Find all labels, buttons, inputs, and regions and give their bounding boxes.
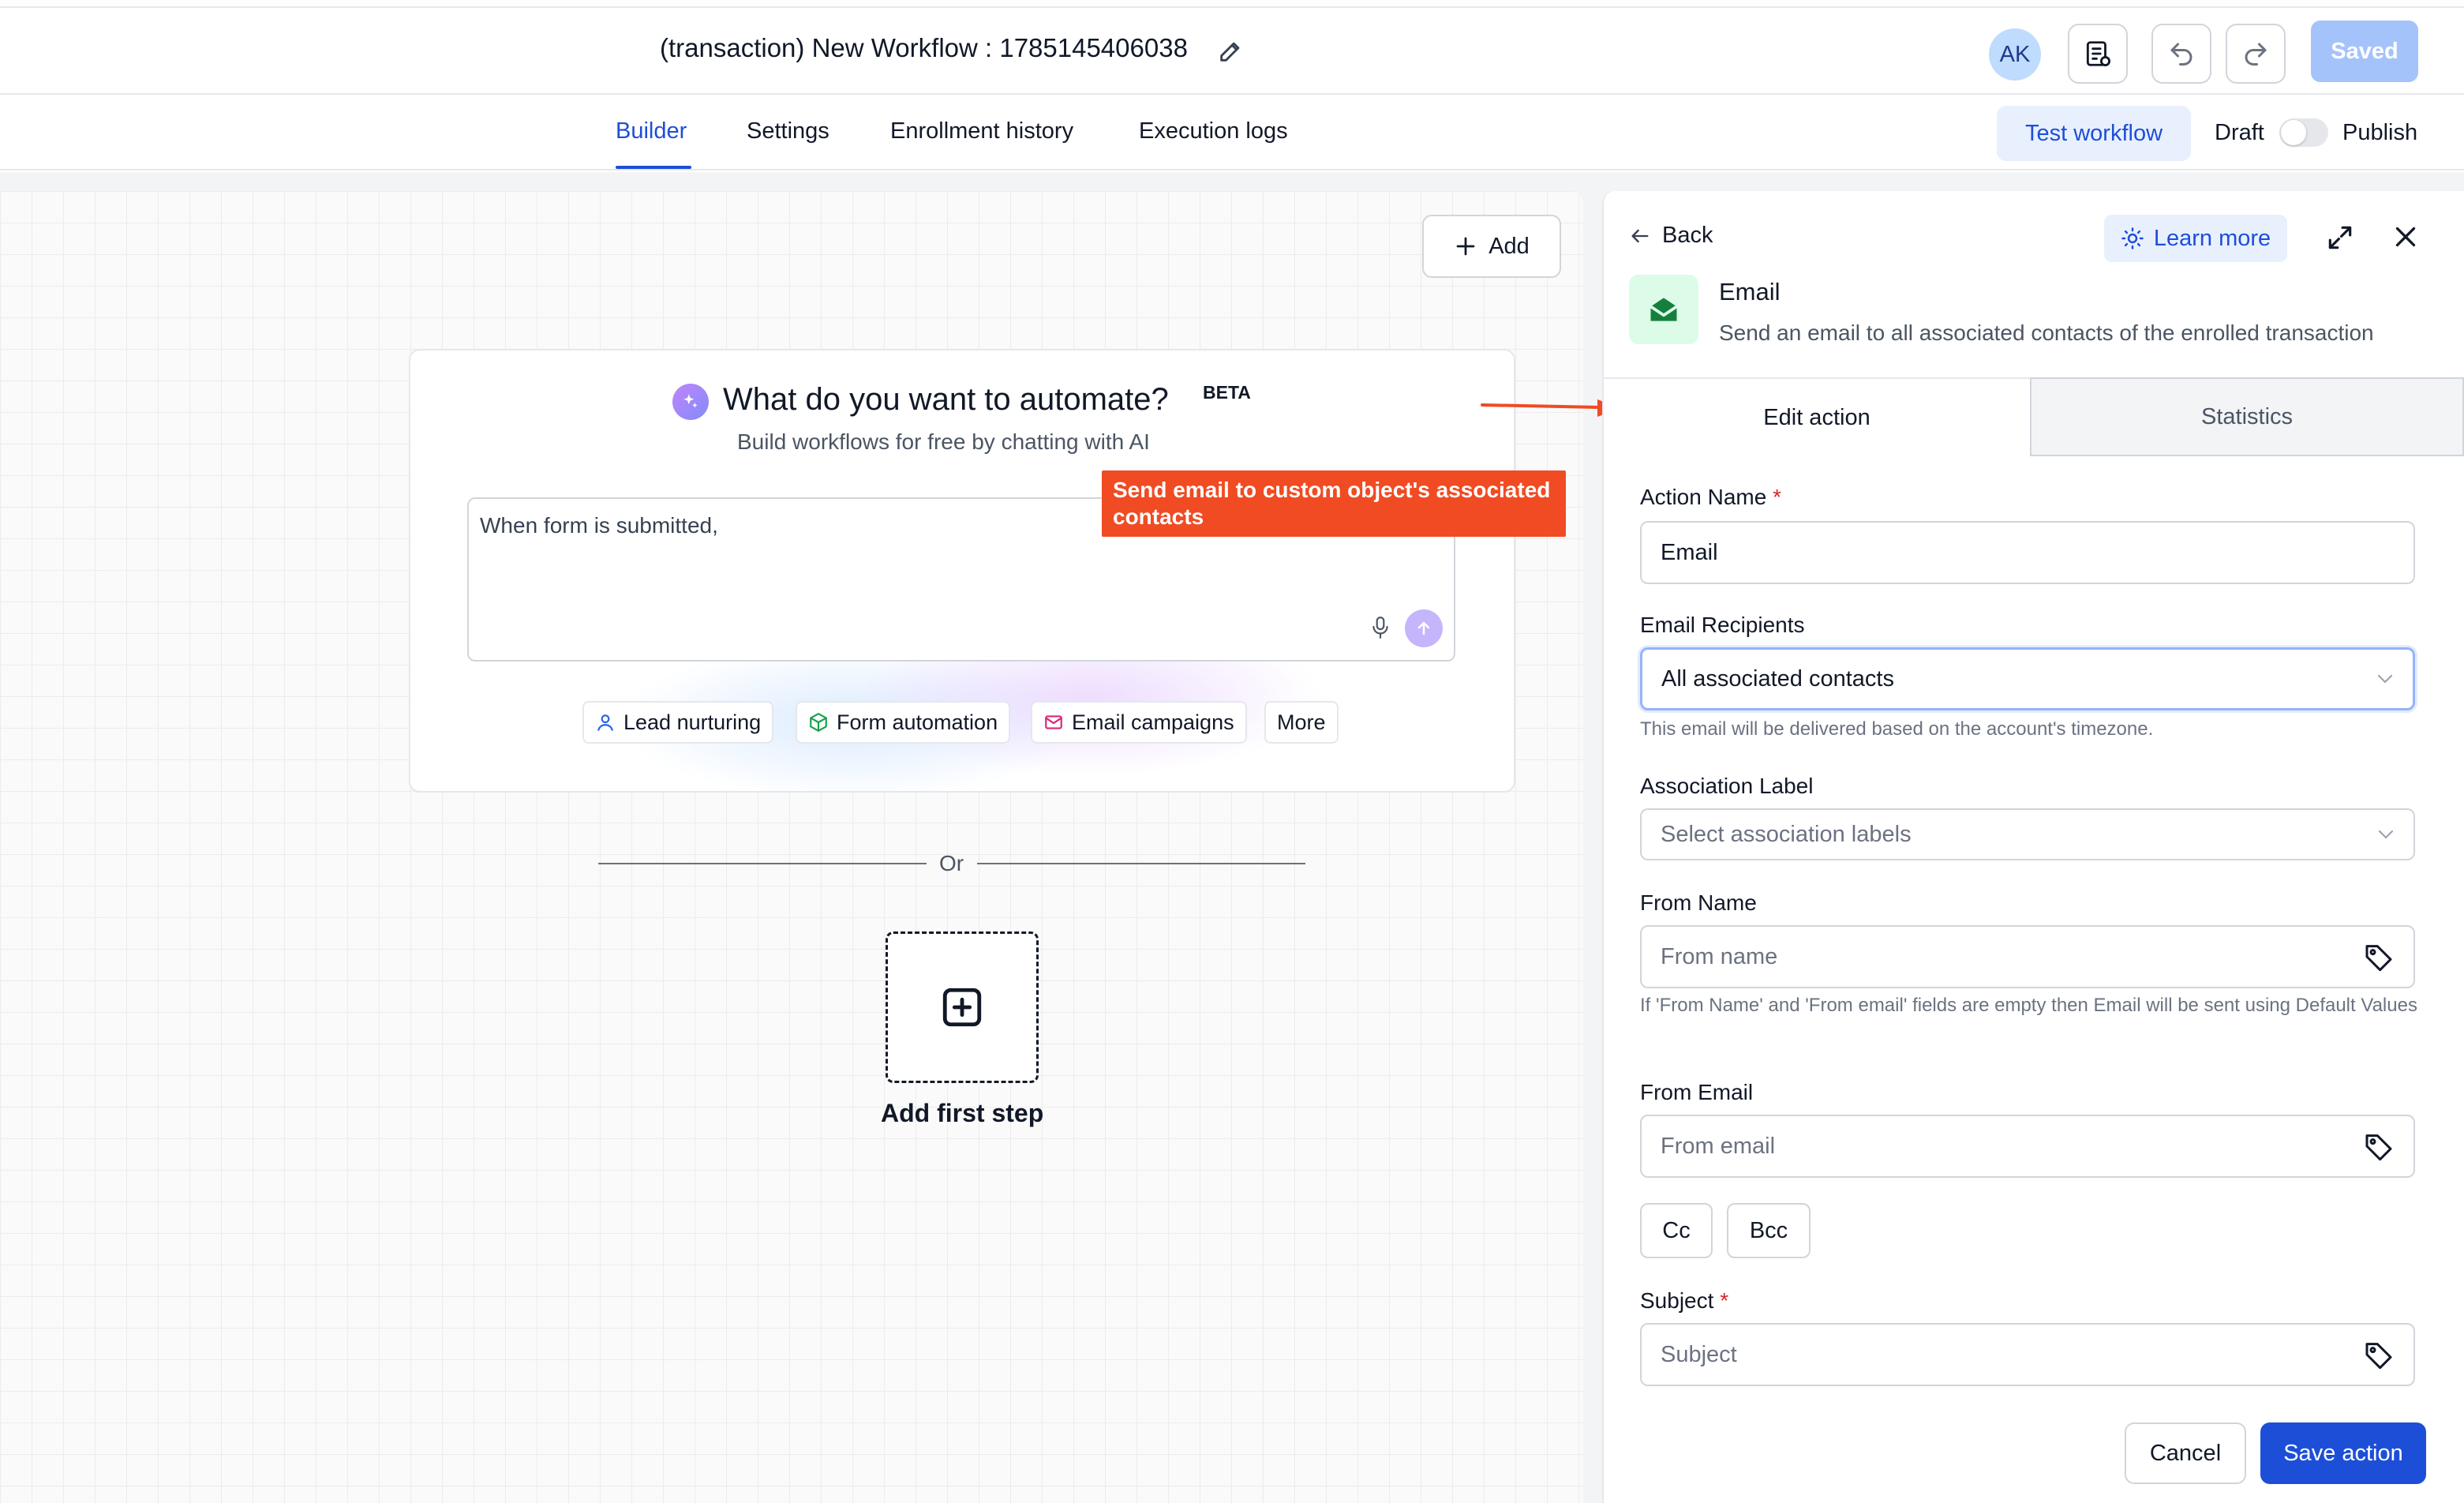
undo-icon: [2170, 43, 2193, 66]
subject-label: Subject *: [1640, 1288, 1728, 1314]
saved-button[interactable]: Saved: [2311, 21, 2418, 82]
chip-label: More: [1277, 710, 1326, 734]
add-button[interactable]: Add: [1422, 215, 1561, 278]
annotation-arrow-icon: [1481, 399, 1621, 417]
ai-subtitle: Build workflows for free by chatting wit…: [737, 429, 1150, 454]
chevron-down-icon: [2377, 674, 2393, 684]
action-title: Email: [1719, 278, 1781, 305]
draft-label: Draft: [2215, 120, 2264, 145]
open-envelope-icon: [1650, 298, 1678, 321]
tab-edit-action[interactable]: Edit action: [1604, 377, 2030, 456]
ai-prompt-text: When form is submitted,: [480, 513, 718, 538]
learn-more-button[interactable]: Learn more: [2104, 215, 2287, 262]
divider-line-left: [598, 863, 927, 864]
plus-square-icon: [942, 988, 982, 1027]
action-name-label: Action Name *: [1640, 485, 1781, 510]
divider-line-right: [977, 863, 1305, 864]
action-description: Send an email to all associated contacts…: [1719, 320, 2374, 345]
back-button[interactable]: Back: [1629, 223, 1713, 249]
cancel-button[interactable]: Cancel: [2125, 1422, 2246, 1484]
chip-form-automation[interactable]: Form automation: [796, 701, 1011, 744]
chip-label: Lead nurturing: [623, 710, 762, 734]
plus-icon: [1456, 237, 1475, 256]
or-divider-label: Or: [939, 851, 964, 875]
timezone-hint: This email will be delivered based on th…: [1640, 718, 2154, 740]
back-label: Back: [1662, 223, 1713, 248]
mail-icon: [1045, 715, 1062, 729]
active-tab-indicator: [616, 166, 691, 169]
email-recipients-value: All associated contacts: [1661, 665, 1894, 692]
from-email-input[interactable]: From email: [1640, 1115, 2415, 1178]
required-marker: *: [1720, 1288, 1729, 1313]
ai-title: What do you want to automate?: [723, 382, 1169, 417]
from-email-label: From Email: [1640, 1080, 1754, 1104]
chip-lead-nurturing[interactable]: Lead nurturing: [582, 701, 774, 744]
edit-title-pencil-icon[interactable]: [1217, 38, 1244, 65]
ai-sparkle-icon: [672, 384, 709, 420]
action-name-input[interactable]: Email: [1640, 521, 2415, 584]
tab-enrollment-history[interactable]: Enrollment history: [890, 118, 1073, 144]
association-label-label: Association Label: [1640, 774, 1814, 798]
chip-label: Form automation: [837, 710, 998, 734]
from-fields-hint: If 'From Name' and 'From email' fields a…: [1640, 995, 2417, 1016]
test-workflow-button[interactable]: Test workflow: [1997, 106, 2191, 161]
from-name-placeholder: From name: [1661, 943, 1778, 969]
beta-badge: BETA: [1203, 382, 1251, 403]
from-email-placeholder: From email: [1661, 1133, 1776, 1159]
association-label-placeholder: Select association labels: [1661, 821, 1912, 847]
tab-builder[interactable]: Builder: [616, 118, 687, 144]
notes-icon: [2086, 41, 2110, 66]
subject-label-text: Subject: [1640, 1288, 1714, 1313]
required-marker: *: [1773, 485, 1781, 509]
subject-input[interactable]: Subject: [1640, 1323, 2415, 1386]
tab-statistics[interactable]: Statistics: [2030, 377, 2464, 456]
add-first-step-label: Add first step: [881, 1099, 1044, 1127]
from-name-input[interactable]: From name: [1640, 925, 2415, 988]
chip-more[interactable]: More: [1264, 701, 1339, 744]
microphone-icon[interactable]: [1370, 616, 1391, 639]
lightbulb-icon: [2121, 227, 2144, 249]
bcc-button[interactable]: Bcc: [1727, 1203, 1811, 1258]
user-avatar[interactable]: AK: [1989, 28, 2041, 81]
send-prompt-button[interactable]: [1405, 609, 1443, 647]
action-name-label-text: Action Name: [1640, 485, 1767, 509]
redo-icon: [2245, 43, 2267, 66]
workflow-notes-button[interactable]: [2068, 24, 2128, 84]
chevron-down-icon: [2378, 830, 2394, 839]
user-icon: [597, 714, 613, 731]
top-border: [0, 0, 2464, 8]
action-name-value: Email: [1661, 539, 1718, 565]
subject-placeholder: Subject: [1661, 1341, 1737, 1367]
annotation-callout: Send email to custom object's associated…: [1102, 470, 1566, 537]
email-recipients-label: Email Recipients: [1640, 613, 1805, 637]
tab-execution-logs[interactable]: Execution logs: [1139, 118, 1288, 144]
cube-icon: [810, 713, 827, 732]
association-label-select[interactable]: Select association labels: [1640, 808, 2415, 860]
arrow-up-icon: [1417, 621, 1430, 635]
email-recipients-select[interactable]: All associated contacts: [1640, 647, 2415, 710]
from-name-label: From Name: [1640, 890, 1757, 915]
tab-settings[interactable]: Settings: [747, 118, 829, 144]
workflow-title: (transaction) New Workflow : 17851454060…: [660, 33, 1188, 62]
publish-toggle-knob: [2281, 120, 2306, 145]
chip-email-campaigns[interactable]: Email campaigns: [1031, 701, 1247, 744]
close-icon[interactable]: [2391, 223, 2420, 251]
arrow-left-icon: [1631, 229, 1649, 242]
cc-button[interactable]: Cc: [1640, 1203, 1713, 1258]
chip-label: Email campaigns: [1072, 710, 1234, 734]
undo-button[interactable]: [2151, 24, 2211, 84]
tag-icon: [2365, 1134, 2392, 1161]
learn-more-label: Learn more: [2153, 225, 2271, 251]
publish-label: Publish: [2342, 120, 2418, 145]
email-action-badge: [1629, 275, 1698, 344]
tag-icon: [2365, 945, 2392, 972]
redo-button[interactable]: [2226, 24, 2286, 84]
add-first-step-button[interactable]: [886, 931, 1039, 1083]
expand-icon[interactable]: [2325, 223, 2355, 253]
add-button-label: Add: [1489, 233, 1530, 259]
tag-icon: [2365, 1343, 2392, 1370]
save-action-button[interactable]: Save action: [2260, 1422, 2426, 1484]
